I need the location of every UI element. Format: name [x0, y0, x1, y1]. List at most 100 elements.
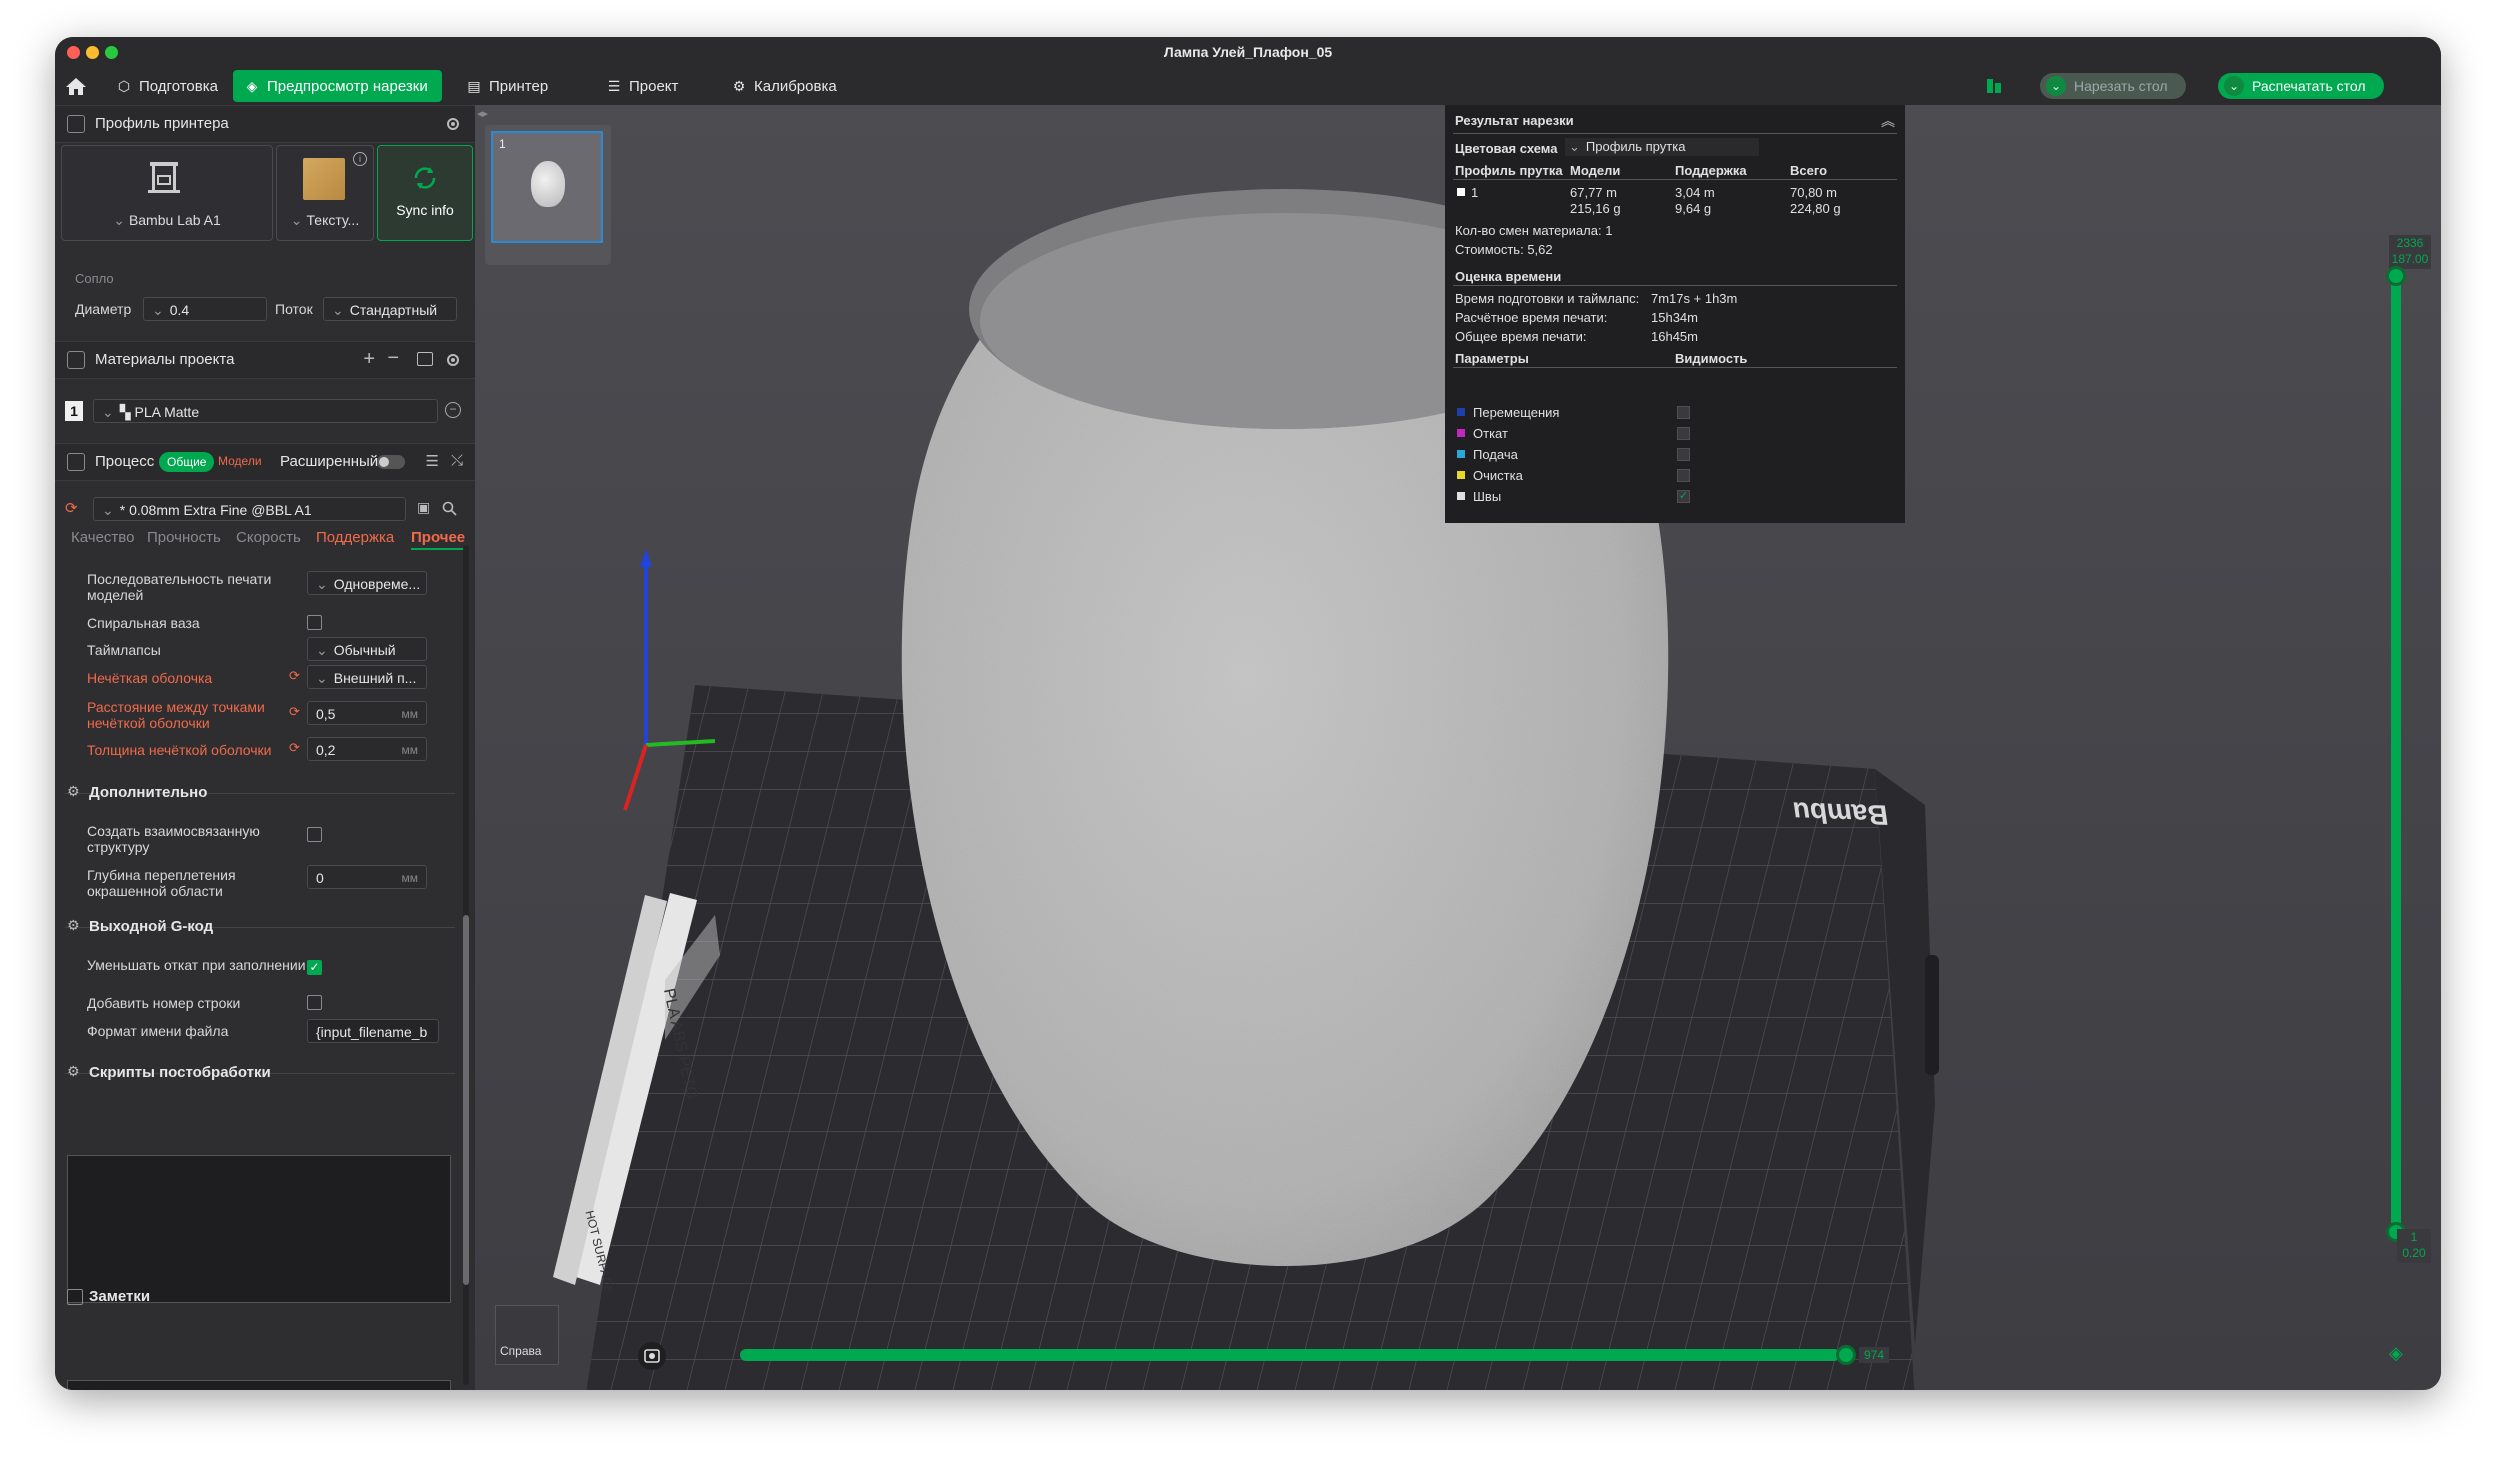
legend-feed-label: Подача [1473, 447, 1518, 462]
tab-support[interactable]: Поддержка [316, 529, 394, 546]
timelapse-select[interactable]: ⌄ Обычный [307, 637, 427, 661]
printer-profile-header: Профиль принтера [55, 105, 475, 143]
interlock-depth-input[interactable]: 0 мм [307, 865, 427, 889]
tab-project[interactable]: ☰ Проект [595, 70, 692, 102]
tab-quality[interactable]: Качество [71, 529, 134, 546]
process-preset-select[interactable]: ⌄ * 0.08mm Extra Fine @BBL A1 [93, 497, 406, 521]
slice-results-panel: Результат нарезки ︽ Цветовая схема ⌄ Проф… [1445, 105, 1905, 405]
results-header: Результат нарезки [1455, 113, 1574, 128]
post-scripts-textarea[interactable] [67, 1155, 451, 1303]
color-scheme-select[interactable]: ⌄ Профиль прутка [1565, 138, 1759, 156]
material-select[interactable]: ⌄ ▚ PLA Matte [93, 399, 438, 423]
legend-travel-visibility[interactable] [1677, 406, 1690, 419]
tab-calibration[interactable]: ⚙ Калибровка [720, 70, 851, 102]
sync-info-button[interactable]: Sync info [377, 145, 473, 241]
fuzzy-skin-reset-icon[interactable]: ⟳ [289, 668, 300, 684]
interlock-checkbox[interactable] [307, 827, 322, 842]
fuzzy-distance-reset-icon[interactable]: ⟳ [289, 704, 300, 720]
fuzzy-thickness-input[interactable]: 0,2 мм [307, 737, 427, 761]
fuzzy-thickness-label: Толщина нечёткой оболочки [87, 742, 272, 758]
line-number-checkbox[interactable] [307, 995, 322, 1010]
preset-reset-icon[interactable]: ⟳ [65, 499, 78, 517]
remove-material-icon[interactable]: − [387, 347, 399, 370]
legend-swatch-feed [1457, 450, 1465, 458]
tab-strength[interactable]: Прочность [147, 529, 221, 546]
advanced-switch[interactable] [377, 455, 405, 469]
support-weight: 9,64 g [1675, 201, 1712, 216]
legend-wipe-label: Очистка [1473, 468, 1523, 483]
material-sync-icon[interactable] [417, 352, 433, 366]
main-toolbar: ⬡ Подготовка ◈ Предпросмотр нарезки ▤ Принт… [55, 67, 2441, 105]
tab-prepare[interactable]: ⬡ Подготовка [105, 70, 232, 102]
legend-travel-label: Перемещения [1473, 405, 1560, 420]
diameter-select[interactable]: ⌄ 0.4 [143, 297, 267, 321]
legend-retract-visibility[interactable] [1677, 427, 1690, 440]
process-models-toggle[interactable]: Модели [218, 454, 262, 468]
remove-slot-icon[interactable]: − [445, 402, 461, 418]
prep-time-label: Время подготовки и таймлапс: [1455, 291, 1640, 306]
printer-name: Bambu Lab A1 [128, 212, 221, 228]
reduce-retract-checkbox[interactable]: ✓ [307, 960, 322, 975]
fuzzy-skin-label: Нечёткая оболочка [87, 670, 213, 686]
extra-header: Дополнительно [89, 784, 208, 801]
models-length: 67,77 m [1570, 185, 1617, 200]
plate-layout-icon[interactable] [1985, 77, 2003, 95]
compare-icon[interactable]: ⤯ [451, 452, 463, 469]
legend-wipe-visibility[interactable] [1677, 469, 1690, 482]
printer-select-card[interactable]: ⌄ Bambu Lab A1 [61, 145, 273, 241]
notes-textarea[interactable] [67, 1380, 451, 1390]
gear-icon: ⚙ [732, 78, 746, 94]
screenshot-icon[interactable] [637, 1341, 667, 1371]
move-slider-thumb[interactable] [1836, 1345, 1856, 1365]
print-sequence-select[interactable]: ⌄ Одновреме... [307, 571, 427, 595]
view-cube[interactable]: Справа [495, 1305, 559, 1365]
legend-swatch-retract [1457, 429, 1465, 437]
total-time-value: 16h45m [1651, 329, 1698, 344]
layer-slider-track[interactable] [2391, 275, 2401, 1235]
search-icon[interactable] [442, 501, 457, 516]
info-icon[interactable]: i [353, 152, 367, 166]
chevron-down-icon: ⌄ [2046, 76, 2066, 96]
layers-icon[interactable]: ◈ [2389, 1343, 2403, 1364]
save-preset-icon[interactable]: ▣ [417, 499, 430, 516]
process-layers-icon [67, 453, 85, 471]
process-global-toggle[interactable]: Общие [159, 452, 215, 472]
settings-gear-icon[interactable] [445, 116, 461, 132]
legend-seams-visibility[interactable]: ✓ [1677, 490, 1690, 503]
slice-plate-button[interactable]: ⌄ Нарезать стол [2040, 73, 2186, 99]
sidebar-scrollbar-thumb[interactable] [463, 915, 469, 1285]
cube-icon: ⬡ [117, 78, 131, 94]
legend-feed-visibility[interactable] [1677, 448, 1690, 461]
tab-printer[interactable]: ▤ Принтер [455, 70, 562, 102]
fuzzy-distance-input[interactable]: 0,5 мм [307, 701, 427, 725]
material-slot-number[interactable]: 1 [65, 401, 83, 421]
tab-other[interactable]: Прочее [411, 529, 466, 550]
legend-swatch-wipe [1457, 471, 1465, 479]
flow-select[interactable]: ⌄ Стандартный [323, 297, 457, 321]
layer-slider-top-thumb[interactable] [2386, 266, 2406, 286]
gcode-move-slider[interactable] [740, 1349, 1840, 1361]
fuzzy-thickness-reset-icon[interactable]: ⟳ [289, 740, 300, 756]
filename-format-input[interactable]: {input_filename_b [307, 1019, 439, 1043]
sync-info-label: Sync info [396, 202, 454, 218]
diameter-label: Диаметр [75, 301, 132, 317]
print-plate-button[interactable]: ⌄ Распечатать стол [2218, 73, 2384, 99]
collapse-icon[interactable]: ︽ [1881, 111, 1895, 131]
home-icon[interactable] [65, 76, 87, 96]
col-support-header: Поддержка [1675, 163, 1747, 178]
list-view-icon[interactable]: ☰ [426, 452, 439, 470]
tab-slice-preview[interactable]: ◈ Предпросмотр нарезки [233, 70, 442, 102]
advanced-label: Расширенный [280, 453, 379, 470]
material-settings-gear-icon[interactable] [445, 352, 461, 368]
reduce-retract-label: Уменьшать откат при заполнении [87, 957, 306, 973]
fuzzy-skin-select[interactable]: ⌄ Внешний п... [307, 665, 427, 689]
plate-type-card[interactable]: i ⌄ Тексту... [276, 145, 374, 241]
add-material-icon[interactable]: + [363, 348, 375, 371]
printer-icon [67, 115, 85, 133]
sidebar-scrollbar-track[interactable] [463, 545, 469, 1385]
tab-speed[interactable]: Скорость [236, 529, 301, 546]
spiral-vase-checkbox[interactable] [307, 615, 322, 630]
interlock-depth-label: Глубина переплетения окрашенной области [87, 867, 236, 899]
fuzzy-distance-label: Расстояние между точками нечёткой оболоч… [87, 699, 265, 731]
models-weight: 215,16 g [1570, 201, 1621, 216]
